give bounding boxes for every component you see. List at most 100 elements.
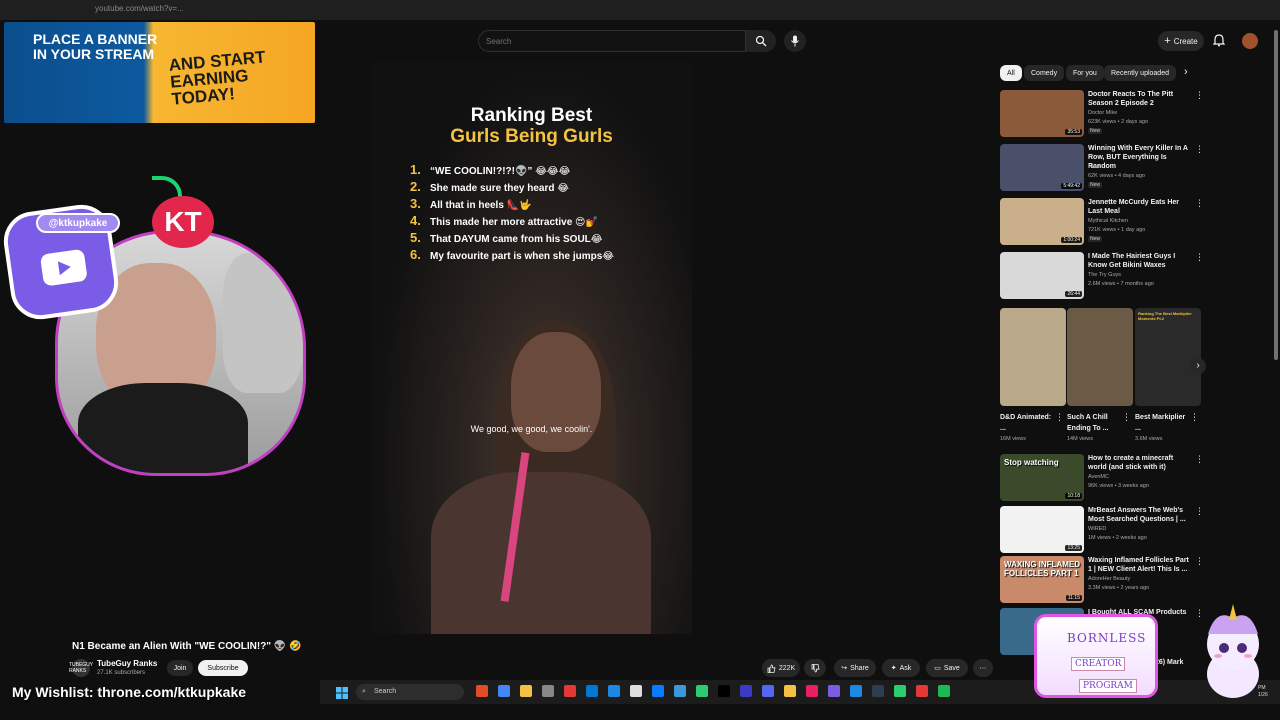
recommendation-title[interactable]: How to create a minecraft world (and sti… [1088,454,1192,472]
taskbar-app-icon[interactable] [586,685,598,697]
taskbar-app-icon[interactable] [850,685,862,697]
partial-rec-title[interactable]: 26) Mark [1155,659,1183,666]
recommendation-item[interactable]: 1:00:24 Jennette McCurdy Eats Her Last Me… [1000,198,1205,246]
taskbar-app-icon[interactable] [740,685,752,697]
taskbar-app-icon[interactable] [652,685,664,697]
recommendation-item[interactable]: 26:44 I Made The Hairiest Guys I Know Get… [1000,252,1205,300]
short-thumbnail[interactable] [1000,308,1066,406]
chip-all[interactable]: All [1000,65,1022,81]
windows-start-icon[interactable] [336,686,348,699]
video-thumbnail[interactable]: 26:44 [1000,252,1084,299]
taskbar-app-icon[interactable] [718,685,730,697]
shorts-next-button[interactable]: › [1190,358,1206,374]
recommendation-item[interactable]: Stop watching 10:18 How to create a minecr… [1000,454,1205,502]
taskbar-app-icon[interactable] [476,685,488,697]
recommendation-title[interactable]: I Made The Hairiest Guys I Know Get Biki… [1088,252,1192,270]
short-item[interactable]: Such A Chill Ending To ... 14M views ⋮ [1067,308,1133,448]
chip-comedy[interactable]: Comedy [1024,65,1065,81]
recommendation-channel[interactable]: Mythical Kitchen [1088,218,1128,224]
taskbar-app-icon[interactable] [806,685,818,697]
short-title[interactable]: Such A Chill Ending To ... [1067,412,1119,434]
taskbar-app-icon[interactable] [784,685,796,697]
create-button[interactable]: + Create [1158,31,1204,51]
recommendation-channel[interactable]: AdoreHer Beauty [1088,576,1130,582]
dislike-button[interactable] [804,659,826,677]
video-thumbnail[interactable]: 1:00:24 [1000,198,1084,245]
taskbar-app-icon[interactable] [938,685,950,697]
chip-for-you[interactable]: For you [1066,65,1104,81]
join-button[interactable]: Join [167,660,193,676]
chip-recently-uploaded[interactable]: Recently uploaded [1104,65,1176,81]
taskbar-app-icon[interactable] [542,685,554,697]
short-title[interactable]: Best Markiplier ... [1135,412,1187,434]
taskbar-app-icon[interactable] [674,685,686,697]
video-thumbnail[interactable]: Stop watching 10:18 [1000,454,1084,501]
taskbar-app-icon[interactable] [872,685,884,697]
recommendation-title[interactable]: Jennette McCurdy Eats Her Last Meal [1088,198,1192,216]
taskbar-app-icon[interactable] [828,685,840,697]
taskbar-search[interactable]: ⌕ Search [356,684,464,700]
taskbar-app-icon[interactable] [520,685,532,697]
channel-avatar[interactable]: TUBEGUY RANKS [69,659,93,677]
account-avatar[interactable] [1242,33,1258,49]
recommendation-title[interactable]: Waxing Inflamed Follicles Part 1 | NEW C… [1088,556,1192,574]
taskbar-app-icon[interactable] [498,685,510,697]
search-button[interactable] [746,30,776,52]
more-vert-icon[interactable]: ⋮ [1195,506,1204,517]
recommendation-title[interactable]: Winning With Every Killer In A Row, BUT … [1088,144,1192,171]
more-vert-icon[interactable]: ⋮ [1195,144,1204,155]
video-thumbnail[interactable]: 5:49:42 [1000,144,1084,191]
short-thumbnail[interactable]: Ranking The Best Markiplier Moments Pt.2 [1135,308,1201,406]
recommendation-channel[interactable]: WIRED [1088,526,1106,532]
short-title[interactable]: D&D Animated: ... [1000,412,1052,434]
more-vert-icon[interactable]: ⋮ [1195,556,1204,567]
taskbar-app-icon[interactable] [894,685,906,697]
voice-search-button[interactable] [784,30,806,52]
recommendation-item[interactable]: 13:25 MrBeast Answers The Web's Most Sear… [1000,506,1205,554]
taskbar-app-icon[interactable] [630,685,642,697]
ask-button[interactable]: ✦ Ask [882,659,920,677]
more-vert-icon[interactable]: ⋮ [1055,412,1064,423]
sidebar-scrollbar[interactable] [1274,30,1278,360]
ranking-text: My favourite part is when she jumps😂 [430,251,614,262]
more-vert-icon[interactable]: ⋮ [1195,90,1204,101]
sponsor-line-1: BORNLESS [1067,631,1147,645]
bell-icon[interactable] [1213,34,1225,47]
taskbar-app-icon[interactable] [564,685,576,697]
taskbar-app-icon[interactable] [762,685,774,697]
recommendation-item[interactable]: WAXING INFLAMED FOLLICLES PART 1 11:15 Wax… [1000,556,1205,604]
video-thumbnail[interactable]: 35:53 [1000,90,1084,137]
more-vert-icon[interactable]: ⋮ [1195,454,1204,465]
more-vert-icon[interactable]: ⋮ [1195,198,1204,209]
short-item[interactable]: Ranking The Best Markiplier Moments Pt.2… [1135,308,1201,448]
recommendation-item[interactable]: 35:53 Doctor Reacts To The Pitt Season 2 … [1000,90,1205,138]
url-text[interactable]: youtube.com/watch?v=... [95,4,184,13]
save-button[interactable]: ▭ Save [926,659,968,677]
recommendation-channel[interactable]: Hens [1088,164,1101,170]
video-thumbnail[interactable]: WAXING INFLAMED FOLLICLES PART 1 11:15 [1000,556,1084,603]
recommendation-channel[interactable]: AvenMC [1088,474,1109,480]
search-input[interactable] [479,31,745,52]
short-item[interactable]: D&D Animated: ... 16M views ⋮ [1000,308,1066,448]
recommendation-channel[interactable]: The Try Guys [1088,272,1121,278]
subscribe-button[interactable]: Subscribe [198,660,248,676]
recommendation-item[interactable]: 5:49:42 Winning With Every Killer In A Ro… [1000,144,1205,192]
channel-name[interactable]: TubeGuy Ranks [97,659,157,668]
taskbar-app-icon[interactable] [608,685,620,697]
like-button[interactable]: 222K [762,659,800,677]
video-thumbnail[interactable]: 13:25 [1000,506,1084,553]
chevron-right-icon[interactable]: › [1184,66,1188,78]
share-button[interactable]: ↪ Share [834,659,876,677]
more-vert-icon[interactable]: ⋮ [1190,412,1199,423]
taskbar-app-icon[interactable] [696,685,708,697]
taskbar-app-icon[interactable] [916,685,928,697]
video-player[interactable]: Ranking Best Gurls Being Gurls 1. “WE COO… [371,62,692,634]
short-thumbnail[interactable] [1067,308,1133,406]
more-vert-icon[interactable]: ⋮ [1195,252,1204,263]
more-actions-button[interactable]: ⋯ [973,659,993,677]
more-vert-icon[interactable]: ⋮ [1122,412,1131,423]
search-box[interactable] [478,30,746,52]
recommendation-title[interactable]: MrBeast Answers The Web's Most Searched … [1088,506,1192,524]
recommendation-title[interactable]: Doctor Reacts To The Pitt Season 2 Episo… [1088,90,1192,108]
recommendation-channel[interactable]: Doctor Mike [1088,110,1117,116]
